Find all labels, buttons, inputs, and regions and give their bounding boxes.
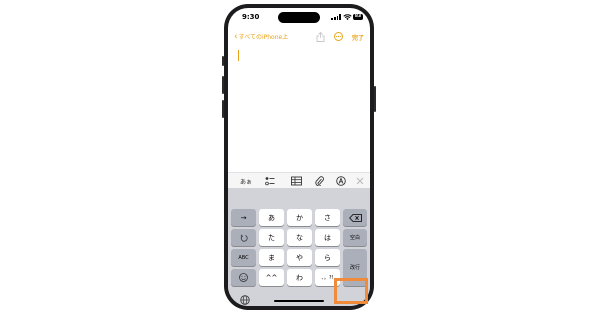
emoji-key[interactable]	[231, 269, 256, 286]
close-icon[interactable]	[356, 176, 364, 186]
formatting-toolbar: あぁ	[228, 172, 370, 189]
globe-icon[interactable]	[240, 295, 250, 305]
delete-icon	[348, 213, 362, 222]
action-button	[222, 56, 224, 66]
kana-key-ha[interactable]: は	[315, 229, 340, 246]
kana-key-ta[interactable]: た	[259, 229, 284, 246]
markup-icon[interactable]	[336, 176, 346, 186]
back-label: すべてのiPhone上	[238, 34, 289, 41]
kana-key-ya[interactable]: や	[287, 249, 312, 266]
input-mode-key[interactable]: ABC	[231, 249, 256, 266]
table-icon[interactable]	[291, 176, 302, 186]
dynamic-island	[278, 12, 320, 23]
emoji-icon	[239, 273, 248, 282]
power-button	[374, 86, 376, 112]
home-indicator	[274, 300, 324, 302]
notes-nav-bar: ‹ すべてのiPhone上 完了	[228, 30, 370, 44]
back-button[interactable]: ‹ すべてのiPhone上	[234, 32, 288, 41]
paperclip-icon[interactable]	[315, 176, 324, 186]
wifi-icon	[343, 14, 352, 21]
kana-key-na[interactable]: な	[287, 229, 312, 246]
volume-down-button	[222, 100, 224, 118]
done-button[interactable]: 完了	[352, 33, 364, 42]
share-icon[interactable]	[316, 32, 325, 42]
phone-frame: 9:30 83 ‹ すべてのiPhone上 完了 あぁ → あ か さ た な …	[222, 4, 376, 310]
checklist-icon[interactable]	[265, 176, 275, 186]
undo-key[interactable]	[231, 229, 256, 246]
kana-key-wa[interactable]: わ	[287, 269, 312, 286]
battery-icon: 83	[353, 14, 363, 20]
dakuten-key[interactable]: ^^	[259, 269, 284, 286]
kana-key-ka[interactable]: か	[287, 209, 312, 226]
volume-up-button	[222, 76, 224, 94]
status-bar: 9:30 83	[228, 8, 370, 28]
text-cursor	[238, 50, 239, 61]
kana-key-ra[interactable]: ら	[315, 249, 340, 266]
more-options-icon[interactable]	[334, 32, 343, 41]
chevron-left-icon: ‹	[234, 31, 238, 42]
delete-key[interactable]	[343, 209, 367, 226]
status-time: 9:30	[242, 13, 260, 21]
signal-icon	[331, 14, 341, 20]
undo-icon	[240, 234, 248, 242]
kana-key-sa[interactable]: さ	[315, 209, 340, 226]
kana-key-ma[interactable]: ま	[259, 249, 284, 266]
text-format-button[interactable]: あぁ	[238, 176, 254, 186]
screen: 9:30 83 ‹ すべてのiPhone上 完了 あぁ → あ か さ た な …	[228, 8, 370, 306]
space-key[interactable]: 空白	[343, 229, 367, 246]
kana-key-a[interactable]: あ	[259, 209, 284, 226]
highlight-box	[334, 278, 368, 304]
next-candidate-key[interactable]: →	[231, 209, 256, 226]
